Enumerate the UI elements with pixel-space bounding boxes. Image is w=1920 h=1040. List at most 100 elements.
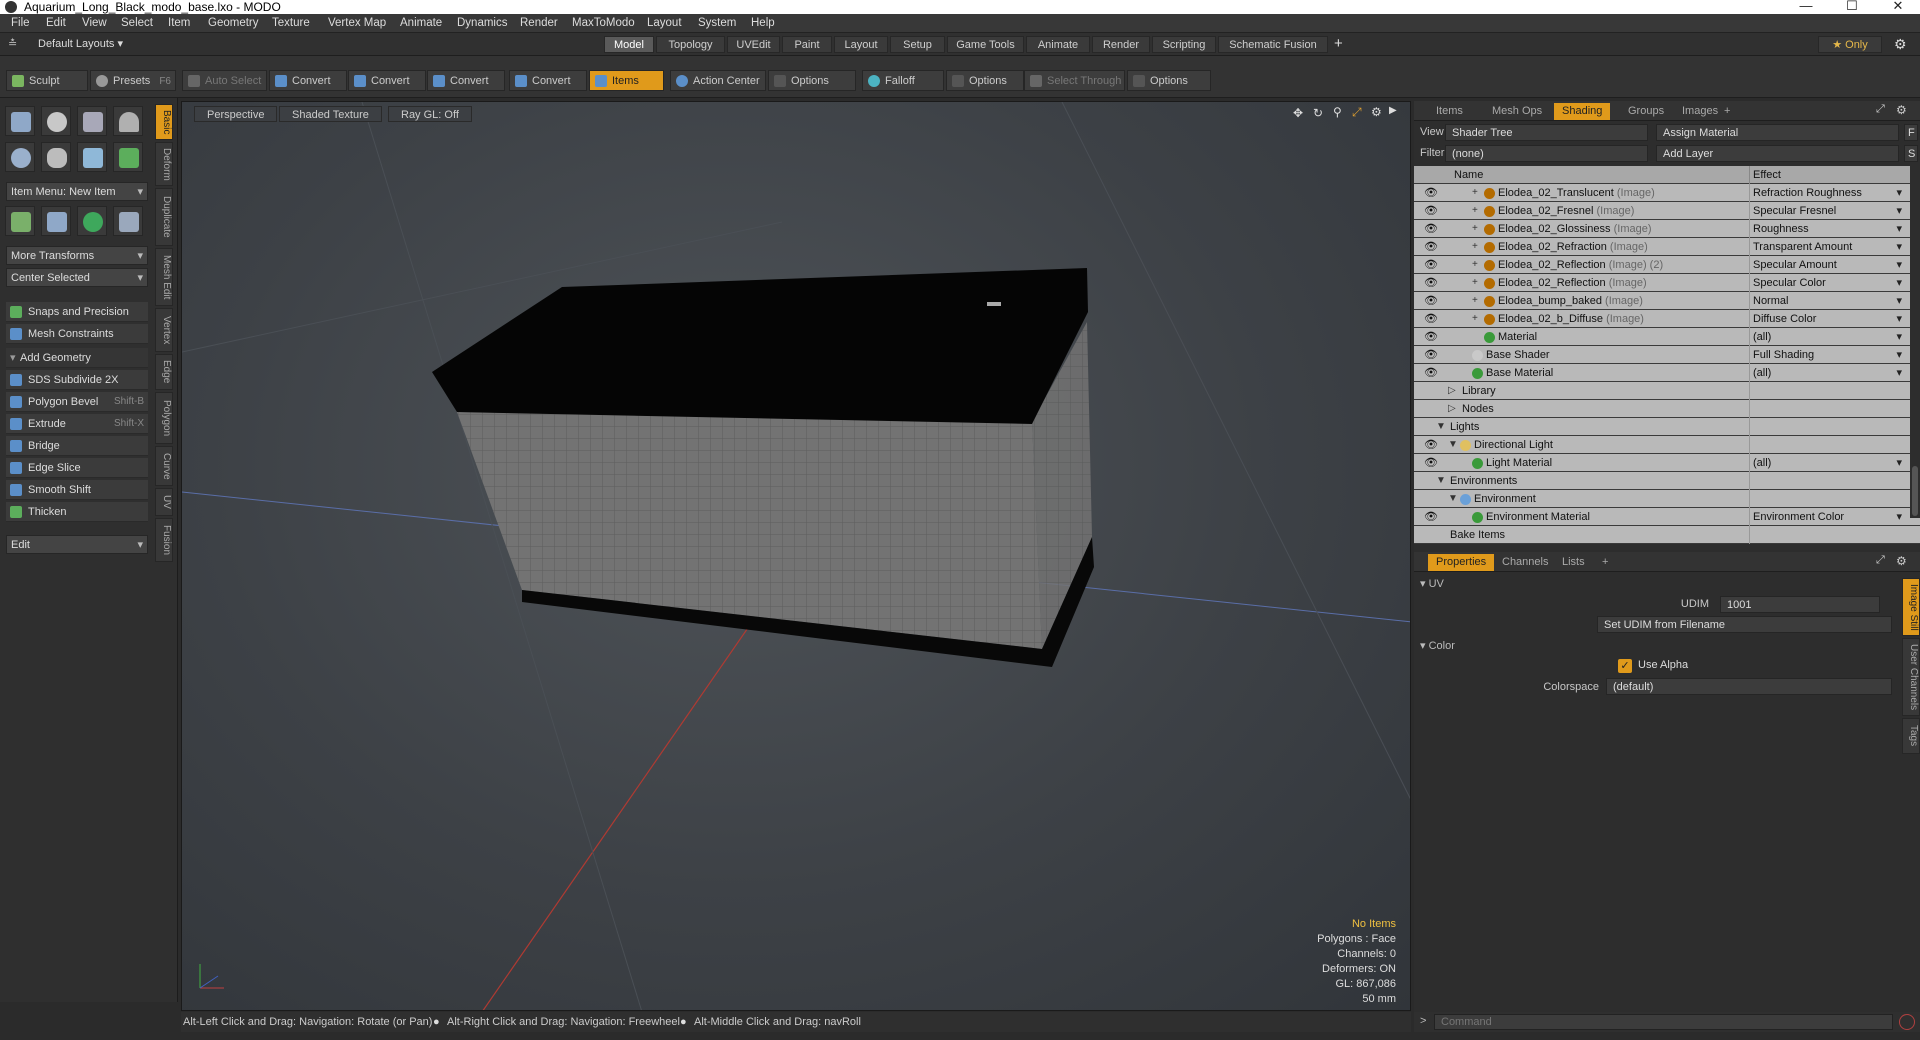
rotate-view-icon[interactable]: ↻: [1313, 106, 1323, 120]
eye-icon[interactable]: 👁: [1424, 241, 1438, 253]
tab-render[interactable]: Render: [1092, 36, 1150, 53]
add-geometry-header[interactable]: ▾ Add Geometry: [6, 348, 148, 368]
vtab-vertex[interactable]: Vertex: [155, 308, 173, 352]
use-alpha-checkbox[interactable]: ✓: [1618, 659, 1632, 673]
tab-uvedit[interactable]: UVEdit: [727, 36, 780, 53]
color-section-header[interactable]: ▾ Color: [1420, 639, 1455, 652]
mesh-constraints-button[interactable]: Mesh Constraints: [6, 324, 148, 344]
shader-tree-row[interactable]: ▼ Lights: [1414, 418, 1920, 436]
side-tab-user-channels[interactable]: User Channels: [1902, 638, 1920, 716]
tab-mesh-ops[interactable]: Mesh Ops: [1484, 103, 1550, 120]
tab-scripting[interactable]: Scripting: [1152, 36, 1216, 53]
more-transforms-dropdown[interactable]: More Transforms: [6, 246, 148, 266]
shader-tree-row[interactable]: 👁 + Elodea_bump_baked (Image) Normal: [1414, 292, 1920, 310]
expand-toggle-icon[interactable]: ▼: [1436, 472, 1446, 490]
eye-icon[interactable]: 👁: [1424, 349, 1438, 361]
shader-tree-row[interactable]: 👁 Base Material (all): [1414, 364, 1920, 382]
items-mode-button[interactable]: Items: [589, 70, 664, 91]
edit-dropdown[interactable]: Edit: [6, 535, 148, 555]
s-button[interactable]: S: [1904, 145, 1918, 162]
tab-channels[interactable]: Channels: [1494, 554, 1556, 571]
menu-geometry[interactable]: Geometry: [208, 17, 259, 29]
vtab-deform[interactable]: Deform: [155, 142, 173, 186]
layer-effect[interactable]: Environment Color: [1749, 508, 1904, 526]
globe-tool-button[interactable]: [77, 206, 107, 236]
column-effect[interactable]: Effect: [1749, 166, 1904, 184]
eye-icon[interactable]: 👁: [1424, 367, 1438, 379]
shader-tree-row[interactable]: 👁 + Elodea_02_Glossiness (Image) Roughness: [1414, 220, 1920, 238]
view-dropdown[interactable]: Shader Tree: [1445, 124, 1648, 141]
menu-help[interactable]: Help: [751, 17, 775, 29]
tab-layout[interactable]: Layout: [834, 36, 888, 53]
viewport-more-icon[interactable]: ▶: [1389, 105, 1397, 116]
expand-panel-icon[interactable]: ⤢: [1876, 103, 1885, 116]
layout-selector[interactable]: Default Layouts ▾: [38, 37, 123, 50]
fit-view-icon[interactable]: ⤢: [1352, 105, 1362, 120]
tab-properties[interactable]: Properties: [1428, 554, 1495, 571]
layer-effect[interactable]: Refraction Roughness: [1749, 184, 1904, 202]
layer-effect[interactable]: Specular Fresnel: [1749, 202, 1904, 220]
add-properties-tab-button[interactable]: +: [1594, 554, 1616, 571]
sds-subdivide-button[interactable]: SDS Subdivide 2X: [6, 370, 148, 390]
shader-tree-row[interactable]: 👁 + Elodea_02_Translucent (Image) Refractio…: [1414, 184, 1920, 202]
torus-primitive-button[interactable]: [5, 142, 35, 172]
shader-tree-row[interactable]: 👁 + Elodea_02_Reflection (Image) Specular C…: [1414, 274, 1920, 292]
thicken-button[interactable]: Thicken: [6, 502, 148, 522]
filter-dropdown[interactable]: (none): [1445, 145, 1648, 162]
tab-setup[interactable]: Setup: [890, 36, 945, 53]
sculpt-button[interactable]: Sculpt: [6, 70, 88, 91]
eye-icon[interactable]: 👁: [1424, 439, 1438, 451]
shader-tree-row[interactable]: ▼ Environment: [1414, 490, 1920, 508]
falloff-button[interactable]: Falloff: [862, 70, 944, 91]
falloff-options-button[interactable]: Options: [946, 70, 1024, 91]
tab-animate[interactable]: Animate: [1026, 36, 1090, 53]
vtab-uv[interactable]: UV: [155, 488, 173, 516]
only-toggle[interactable]: ★ Only: [1818, 36, 1882, 53]
udim-input[interactable]: 1001: [1720, 596, 1880, 613]
shader-tree-scrollbar[interactable]: [1910, 166, 1920, 518]
item-menu-dropdown[interactable]: Item Menu: New Item: [6, 182, 148, 202]
shader-tree-row[interactable]: 👁 Base Shader Full Shading: [1414, 346, 1920, 364]
shader-tree-row[interactable]: ▼ Environments: [1414, 472, 1920, 490]
expand-toggle-icon[interactable]: ▷: [1448, 382, 1456, 400]
viewport-settings-icon[interactable]: ⚙: [1371, 105, 1382, 119]
layer-effect[interactable]: Specular Amount: [1749, 256, 1904, 274]
vtab-mesh-edit[interactable]: Mesh Edit: [155, 248, 173, 306]
layer-effect[interactable]: Full Shading: [1749, 346, 1904, 364]
expand-toggle-icon[interactable]: ▷: [1448, 400, 1456, 418]
shader-tree-row[interactable]: Bake Items: [1414, 526, 1920, 544]
eye-icon[interactable]: 👁: [1424, 205, 1438, 217]
expand-toggle-icon[interactable]: +: [1472, 184, 1478, 202]
eye-icon[interactable]: 👁: [1424, 313, 1438, 325]
pen-tool-button[interactable]: [77, 142, 107, 172]
menu-select[interactable]: Select: [121, 17, 153, 29]
tab-lists[interactable]: Lists: [1554, 554, 1593, 571]
side-tab-image-still[interactable]: Image Still: [1902, 578, 1920, 636]
grid-tool-button[interactable]: [41, 206, 71, 236]
eye-icon[interactable]: 👁: [1424, 295, 1438, 307]
shader-tree-row[interactable]: 👁 Environment Material Environment Color: [1414, 508, 1920, 526]
snaps-precision-button[interactable]: Snaps and Precision: [6, 302, 148, 322]
assign-material-button[interactable]: Assign Material: [1656, 124, 1899, 141]
menu-animate[interactable]: Animate: [400, 17, 442, 29]
viewport-shading-button[interactable]: Shaded Texture: [279, 106, 382, 122]
eye-icon[interactable]: 👁: [1424, 457, 1438, 469]
expand-toggle-icon[interactable]: +: [1472, 202, 1478, 220]
add-tab-button[interactable]: +: [1716, 103, 1738, 120]
cylinder-primitive-button[interactable]: [77, 106, 107, 136]
side-tab-tags[interactable]: Tags: [1902, 718, 1920, 754]
expand-toggle-icon[interactable]: +: [1472, 256, 1478, 274]
tab-items[interactable]: Items: [1428, 103, 1471, 120]
vtab-curve[interactable]: Curve: [155, 446, 173, 486]
3d-viewport[interactable]: Perspective Shaded Texture Ray GL: Off ✥…: [181, 101, 1411, 1011]
presets-button[interactable]: Presets F6: [90, 70, 176, 91]
action-center-options-button[interactable]: Options: [768, 70, 856, 91]
convert-items-button[interactable]: Convert: [509, 70, 587, 91]
eye-icon[interactable]: 👁: [1424, 223, 1438, 235]
perspective-tool-button[interactable]: [113, 206, 143, 236]
expand-toggle-icon[interactable]: +: [1472, 292, 1478, 310]
uv-section-header[interactable]: ▾ UV: [1420, 577, 1444, 590]
tab-paint[interactable]: Paint: [782, 36, 832, 53]
convert-vertices-button[interactable]: Convert: [269, 70, 347, 91]
shader-tree-row[interactable]: 👁 ▼ Directional Light: [1414, 436, 1920, 454]
